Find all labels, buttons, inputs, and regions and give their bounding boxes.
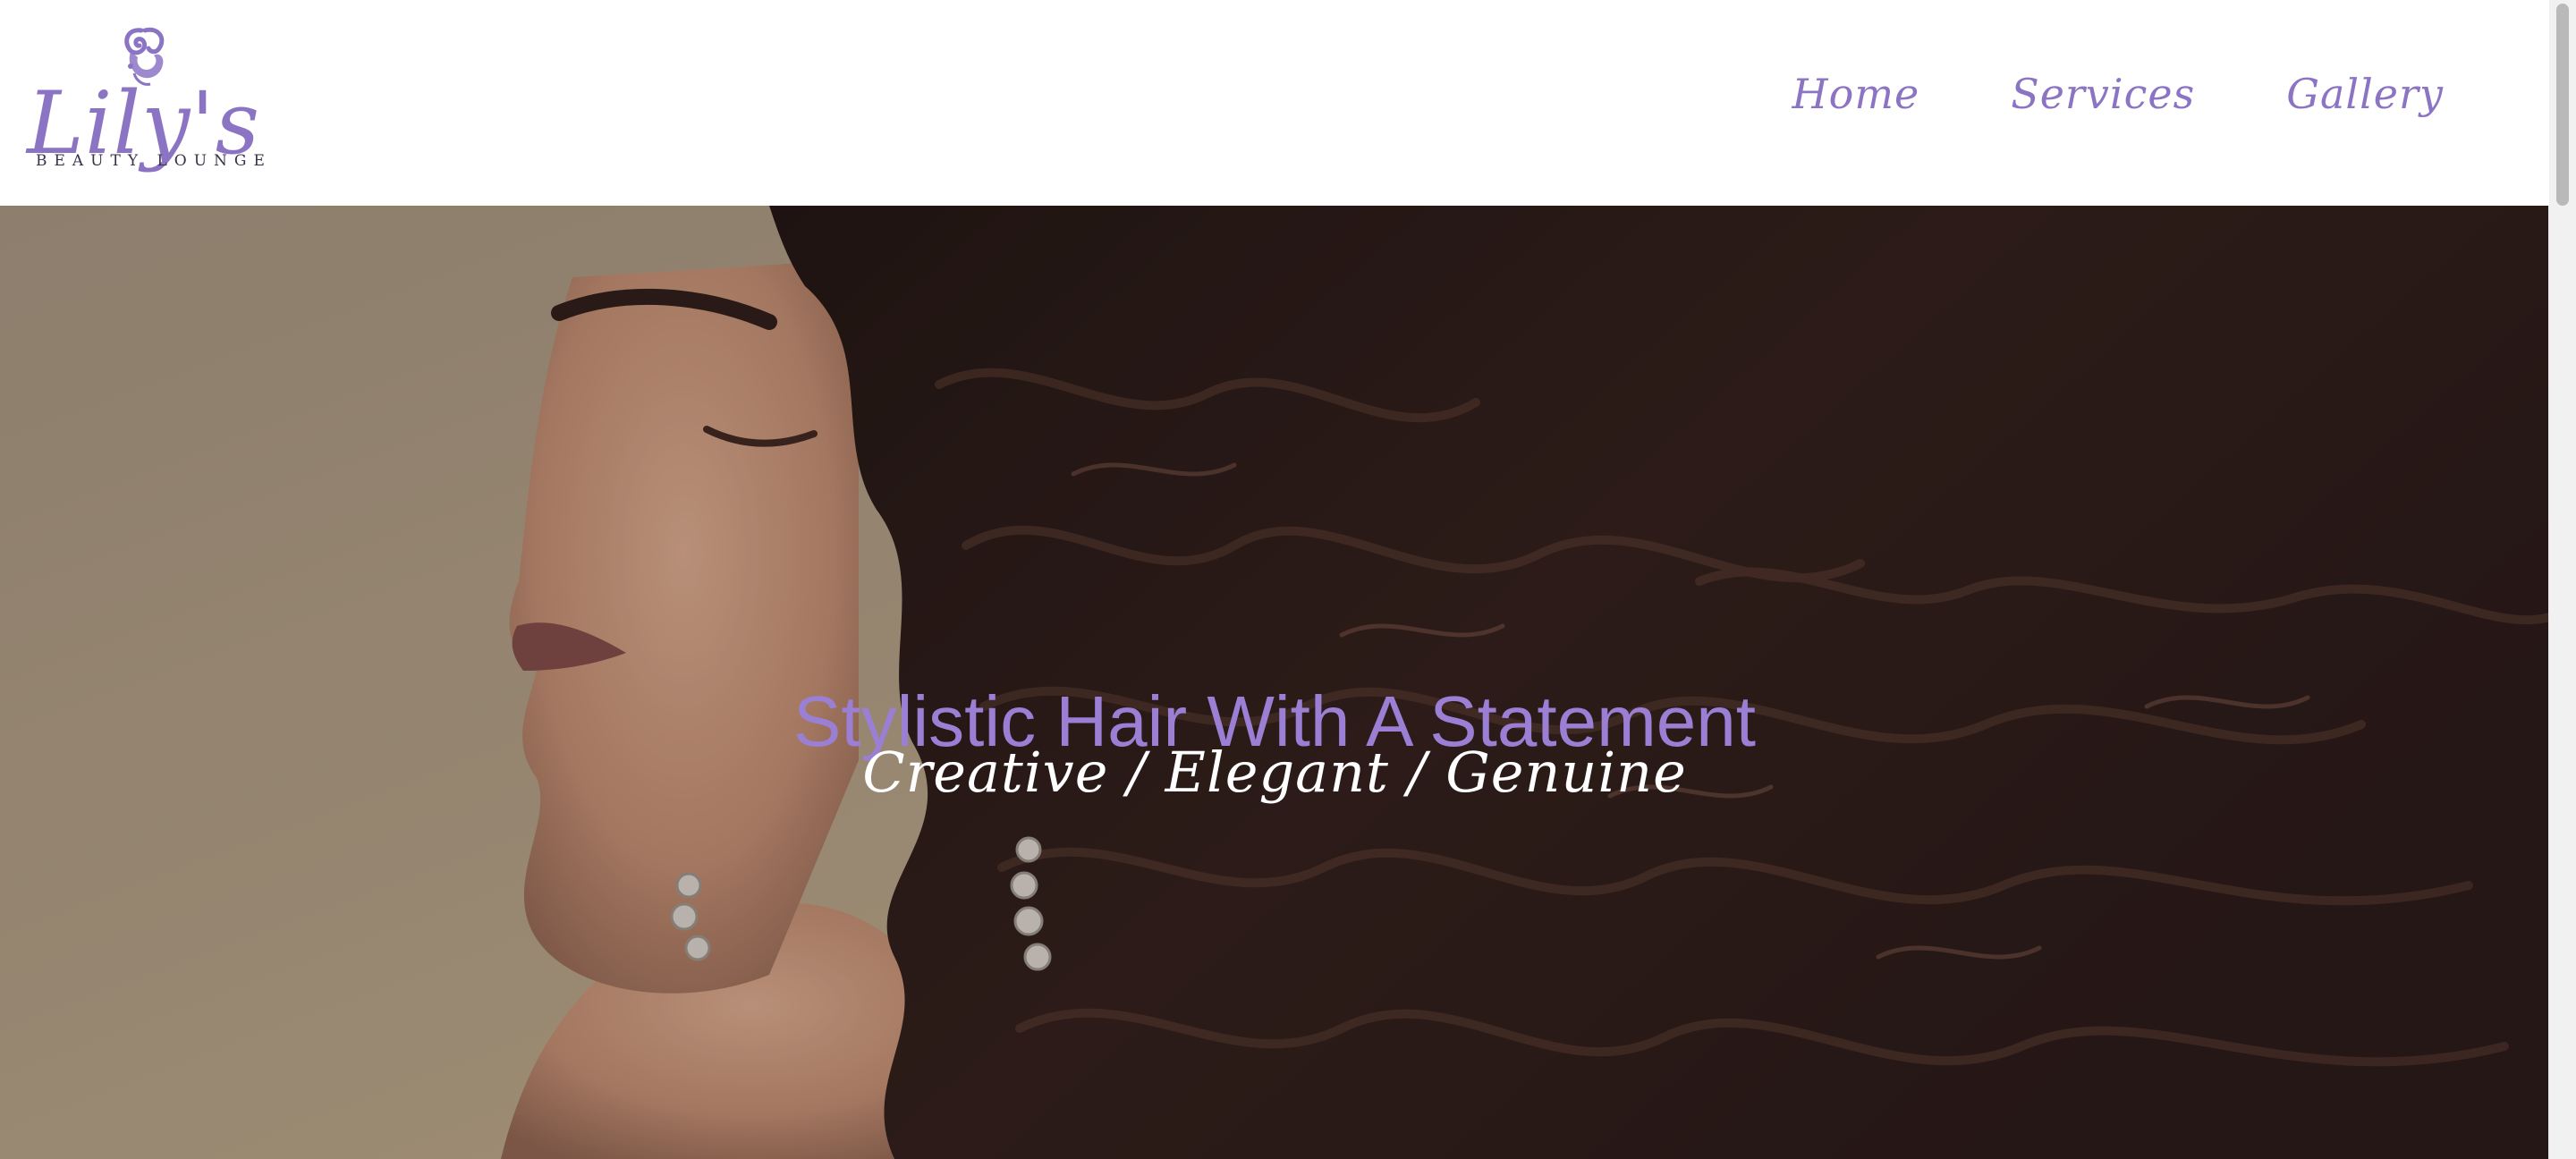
page: Lily's BEAUTY LOUNGE Home Services Galle… (0, 0, 2576, 1159)
hero-section: Stylistic Hair With A Statement Creative… (0, 206, 2549, 1159)
scrollbar-thumb[interactable] (2556, 4, 2569, 206)
nav-item-gallery[interactable]: Gallery (2286, 70, 2444, 118)
main-nav: Home Services Gallery (1792, 70, 2444, 118)
nav-item-home[interactable]: Home (1792, 70, 1920, 118)
brand-tagline: BEAUTY LOUNGE (36, 152, 272, 170)
page-scrollbar[interactable] (2548, 0, 2576, 1159)
nav-item-services[interactable]: Services (2011, 70, 2195, 118)
site-header: Lily's BEAUTY LOUNGE Home Services Galle… (0, 0, 2549, 206)
hero-subtitle: Creative / Elegant / Genuine (862, 740, 1687, 805)
brand-logo[interactable]: Lily's BEAUTY LOUNGE (27, 25, 265, 179)
